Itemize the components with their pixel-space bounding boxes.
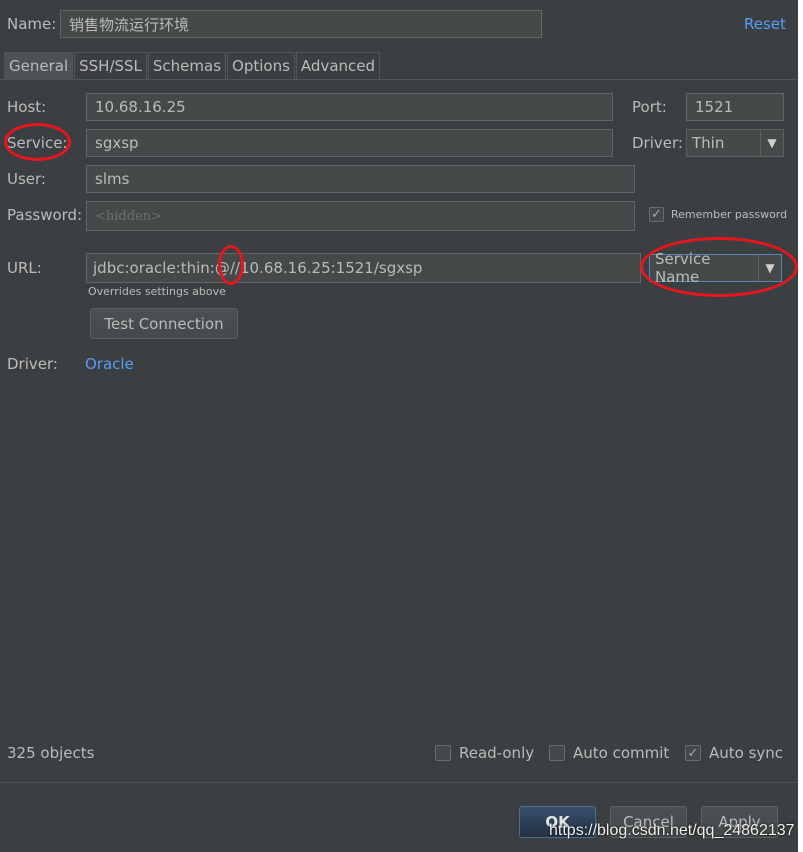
- tab-divider: [0, 79, 798, 80]
- port-label: Port:: [632, 98, 667, 116]
- footer-divider: [0, 782, 798, 783]
- driver-select[interactable]: Thin ▼: [686, 129, 784, 157]
- autosync-label: Auto sync: [709, 744, 784, 762]
- checkbox-box: [549, 745, 565, 761]
- user-field[interactable]: slms: [86, 165, 635, 193]
- host-field[interactable]: 10.68.16.25: [86, 93, 613, 121]
- host-label: Host:: [7, 98, 47, 116]
- driver-label: Driver:: [632, 134, 683, 152]
- name-field[interactable]: 销售物流运行环境: [60, 10, 542, 38]
- url-hint: Overrides settings above: [88, 285, 226, 298]
- tab-advanced[interactable]: Advanced: [295, 52, 381, 79]
- password-label: Password:: [7, 206, 83, 224]
- autocommit-label: Auto commit: [573, 744, 670, 762]
- driver-info-label: Driver:: [7, 355, 58, 373]
- driver-link[interactable]: Oracle: [85, 355, 134, 373]
- password-field[interactable]: <hidden>: [86, 201, 635, 231]
- user-label: User:: [7, 170, 46, 188]
- tab-general[interactable]: General: [4, 52, 74, 79]
- background-window-edge: [798, 0, 803, 852]
- objects-count: 325 objects: [7, 744, 95, 762]
- checkmark-icon: ✓: [685, 745, 701, 761]
- tab-schemas[interactable]: Schemas: [147, 52, 227, 79]
- service-field[interactable]: sgxsp: [86, 129, 613, 157]
- url-field[interactable]: jdbc:oracle:thin:@//10.68.16.25:1521/sgx…: [86, 253, 641, 283]
- autosync-checkbox[interactable]: ✓ Auto sync: [685, 744, 783, 762]
- reset-link[interactable]: Reset: [744, 15, 786, 33]
- url-label: URL:: [7, 259, 42, 277]
- name-label: Name:: [7, 15, 57, 33]
- checkmark-icon: ✓: [649, 207, 664, 222]
- port-field[interactable]: 1521: [686, 93, 784, 121]
- autocommit-checkbox[interactable]: Auto commit: [549, 744, 669, 762]
- url-type-value: Service Name: [650, 250, 758, 286]
- chevron-down-icon: ▼: [758, 255, 781, 281]
- chevron-down-icon: ▼: [760, 130, 783, 156]
- watermark-text: https://blog.csdn.net/qq_24862137: [549, 822, 795, 839]
- checkbox-box: [435, 745, 451, 761]
- driver-select-value: Thin: [687, 130, 760, 156]
- remember-password-label: Remember password: [671, 208, 788, 221]
- tab-options[interactable]: Options: [227, 52, 295, 79]
- url-type-select[interactable]: Service Name ▼: [649, 250, 782, 286]
- tab-ssh-ssl[interactable]: SSH/SSL: [74, 52, 147, 79]
- test-connection-button[interactable]: Test Connection: [90, 308, 238, 339]
- tab-bar: General SSH/SSL Schemas Options Advanced: [4, 52, 381, 79]
- readonly-label: Read-only: [459, 744, 535, 762]
- service-label: Service:: [7, 134, 68, 152]
- readonly-checkbox[interactable]: Read-only: [435, 744, 534, 762]
- remember-password-checkbox[interactable]: ✓ Remember password: [649, 207, 787, 222]
